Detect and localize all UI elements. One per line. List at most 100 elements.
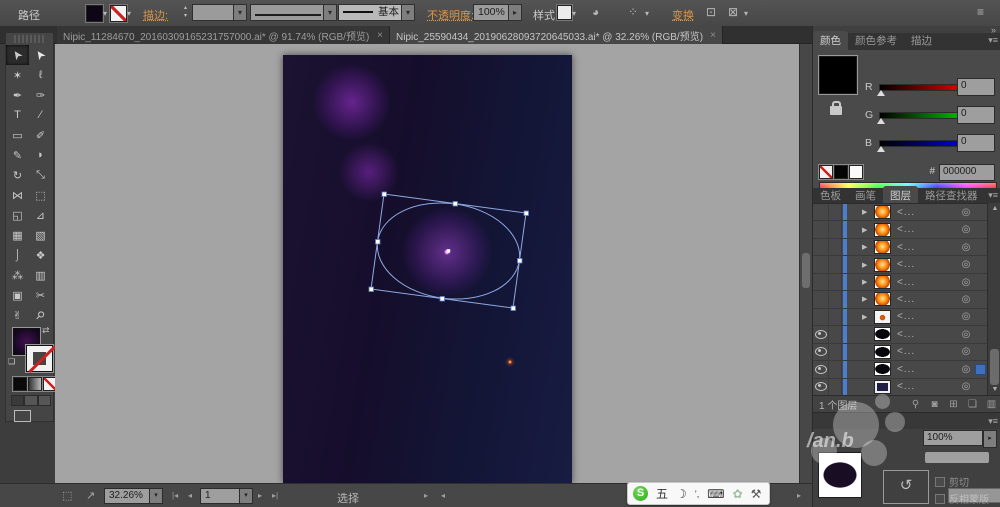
vertical-scrollbar-thumb[interactable] (802, 253, 810, 288)
mesh-tool[interactable]: ▦ (6, 225, 29, 245)
transform-frame-icon[interactable]: ⊡ (706, 5, 716, 19)
mask-thumbnail-frame[interactable]: ↺ (883, 470, 929, 504)
layer-name[interactable]: <... (897, 207, 915, 218)
pencil-tool[interactable]: ✎ (6, 145, 29, 165)
layer-row[interactable]: ▶ <... ◎ (813, 326, 987, 344)
lock-cell[interactable] (829, 308, 842, 326)
invert-mask-checkbox[interactable]: 反相蒙版 (935, 491, 989, 506)
toolbox-wrench-icon[interactable]: ⚒ (751, 487, 762, 501)
opacity-link[interactable]: 不透明度: (427, 7, 474, 23)
scroll-right-icon[interactable]: ▸ (797, 491, 801, 500)
layer-row[interactable]: ▶ <... ◎ (813, 308, 987, 327)
shape-builder-tool[interactable]: ◱ (6, 205, 29, 225)
document-tab[interactable]: Nipic_11284670_20160309165231757000.ai* … (57, 26, 390, 44)
layer-row[interactable]: ▶ <... ◎ (813, 221, 987, 239)
draw-normal-button[interactable] (11, 395, 25, 406)
channel-slider-knob[interactable] (877, 90, 885, 96)
layer-name[interactable]: <... (897, 364, 915, 375)
add-anchor-point-tool[interactable]: ✑ (29, 85, 52, 105)
chevron-down-icon[interactable]: ▾ (645, 9, 649, 18)
color-mode-button[interactable] (13, 377, 27, 391)
hand-tool[interactable]: ✌ (6, 305, 29, 325)
last-artboard-icon[interactable]: ▸| (272, 491, 278, 500)
sogou-logo[interactable]: S (633, 486, 648, 501)
brush-definition-select[interactable]: 基本 (338, 4, 402, 21)
chevron-down-icon[interactable]: ▾ (233, 4, 247, 21)
target-circle-icon[interactable]: ◎ (958, 364, 974, 375)
width-profile-select[interactable] (250, 4, 324, 21)
visibility-cell[interactable] (813, 326, 829, 343)
target-circle-icon[interactable]: ◎ (958, 259, 974, 270)
artboard[interactable] (283, 55, 572, 483)
skin-icon[interactable]: ✿ (733, 487, 743, 501)
next-artboard-icon[interactable]: ▸ (258, 491, 262, 500)
artboard-tool[interactable]: ▣ (6, 285, 29, 305)
stroke-weight-stepper[interactable]: ▴ ▾ (181, 4, 190, 21)
first-artboard-icon[interactable]: |◂ (172, 491, 178, 500)
layer-name[interactable]: <... (897, 242, 915, 253)
artboard-nav-icon[interactable]: ⬚ (62, 489, 72, 502)
layers-scrollbar-thumb[interactable] (990, 349, 999, 385)
opacity-select[interactable]: 100% (473, 4, 509, 21)
visibility-cell[interactable] (813, 221, 829, 238)
blend-tool[interactable]: ❖ (29, 245, 52, 265)
magic-wand-tool[interactable]: ✶ (6, 65, 29, 85)
layer-row[interactable]: ▶ <... ◎ (813, 273, 987, 292)
layer-name[interactable]: <... (897, 381, 915, 392)
gradient-tool[interactable]: ▧ (29, 225, 52, 245)
recolor-artwork-icon[interactable]: ◕ (592, 5, 599, 19)
visibility-cell[interactable] (813, 361, 829, 378)
layer-row[interactable]: ▶ <... ◎ (813, 238, 987, 257)
selection-overlay[interactable] (283, 55, 572, 483)
channel-slider-knob[interactable] (877, 146, 885, 152)
screen-mode-button[interactable] (14, 410, 31, 422)
visibility-cell[interactable] (813, 204, 829, 221)
target-circle-icon[interactable]: ◎ (958, 381, 974, 392)
none-swatch[interactable] (819, 165, 833, 179)
direct-selection-tool[interactable]: ➤ (29, 45, 52, 65)
target-circle-icon[interactable]: ◎ (958, 277, 974, 288)
document-tab[interactable]: Nipic_25590434_20190628093720645033.ai* … (390, 26, 723, 44)
channel-slider-track[interactable] (879, 112, 959, 119)
scroll-up-icon[interactable]: ▲ (988, 205, 1000, 212)
expand-triangle-icon[interactable]: ▶ (862, 278, 874, 286)
default-fill-stroke-icon[interactable]: ❏ (8, 357, 15, 366)
layer-row[interactable]: ▶ <... ◎ (813, 343, 987, 362)
lock-cell[interactable] (829, 273, 842, 291)
new-sublayer-icon[interactable]: ⊞ (944, 399, 963, 410)
clip-checkbox[interactable]: 剪切 (935, 474, 969, 489)
chevron-right-icon[interactable]: ▸ (983, 430, 997, 448)
expand-triangle-icon[interactable]: ▶ (862, 226, 874, 234)
lock-cell[interactable] (829, 221, 842, 238)
expand-triangle-icon[interactable]: ▶ (862, 261, 874, 269)
channel-slider-knob[interactable] (877, 118, 885, 124)
rotate-tool[interactable]: ↻ (6, 165, 29, 185)
chevron-down-icon[interactable]: ▾ (744, 9, 748, 18)
canvas-pasteboard[interactable] (55, 44, 799, 483)
arrange-windows-icon[interactable]: ↗ (86, 489, 95, 502)
layer-name[interactable]: <... (897, 224, 915, 235)
ime-mode-wubi[interactable]: 五 (656, 485, 668, 502)
target-circle-icon[interactable]: ◎ (958, 329, 974, 340)
lock-cell[interactable] (829, 378, 842, 395)
chevron-down-icon[interactable]: ▾ (103, 9, 107, 18)
target-circle-icon[interactable]: ◎ (958, 294, 974, 305)
rectangle-tool[interactable]: ▭ (6, 125, 29, 145)
layer-row[interactable]: ▶ <... ◎ (813, 204, 987, 222)
new-layer-icon[interactable]: ❏ (963, 399, 982, 410)
free-transform-tool[interactable]: ⬚ (29, 185, 52, 205)
blob-brush-tool[interactable]: ◗ (29, 145, 52, 165)
expand-triangle-icon[interactable]: ▶ (862, 313, 874, 321)
panel-tab[interactable]: 颜色 (813, 31, 848, 50)
lock-icon[interactable] (830, 101, 842, 115)
scroll-left-icon[interactable]: ◂ (441, 491, 445, 500)
layer-row[interactable]: ▶ <... ◎ (813, 291, 987, 309)
stroke-color-swatch[interactable] (110, 5, 127, 22)
lock-cell[interactable] (829, 343, 842, 361)
stroke-panel-link[interactable]: 描边: (143, 7, 168, 23)
layer-name[interactable]: <... (897, 259, 915, 270)
align-icon[interactable]: ⁘ (628, 5, 638, 19)
channel-slider-track[interactable] (879, 140, 959, 147)
delete-layer-icon[interactable]: ▥ (982, 399, 1000, 410)
visibility-cell[interactable] (813, 378, 829, 395)
